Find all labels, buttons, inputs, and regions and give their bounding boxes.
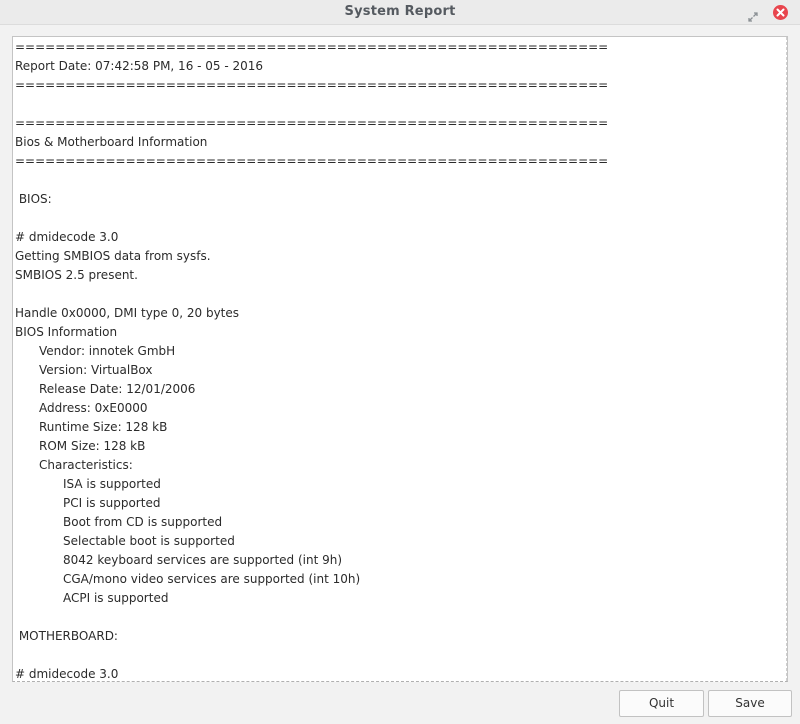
save-button[interactable]: Save: [708, 690, 792, 717]
titlebar: System Report: [0, 0, 800, 25]
window-title: System Report: [344, 4, 456, 19]
quit-button[interactable]: Quit: [619, 690, 704, 717]
restore-icon[interactable]: [748, 7, 758, 22]
system-report-window: System Report ==========================…: [0, 0, 800, 724]
report-text: ========================================…: [15, 40, 609, 681]
report-text-area[interactable]: ========================================…: [12, 36, 788, 682]
scrollbar-track[interactable]: [785, 37, 787, 681]
close-icon[interactable]: [773, 5, 788, 20]
